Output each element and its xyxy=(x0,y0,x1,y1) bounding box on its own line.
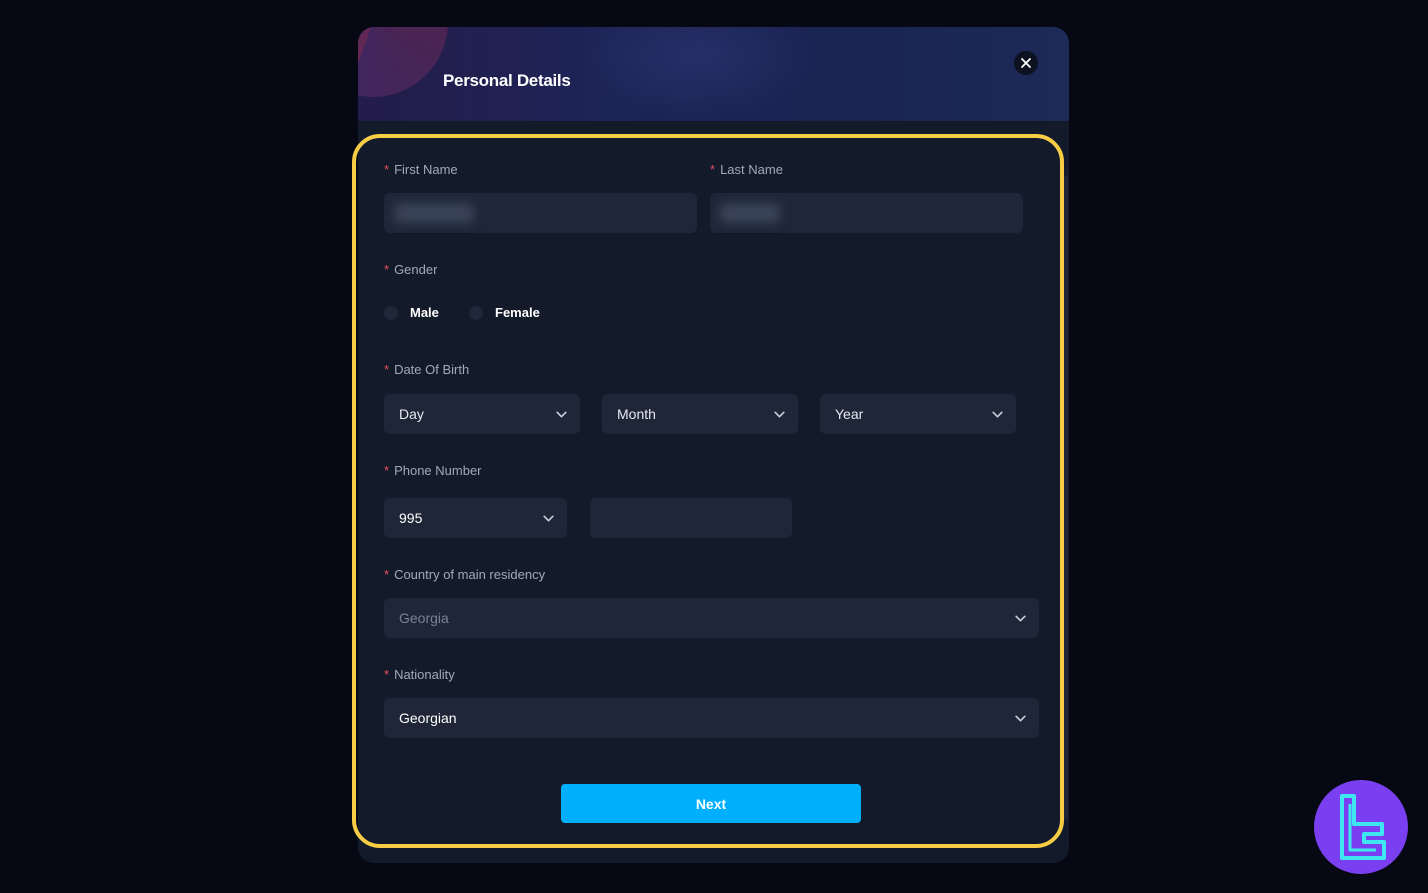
redacted-value xyxy=(720,203,780,223)
phone-code-select[interactable]: 995 xyxy=(384,498,567,538)
redacted-value xyxy=(394,203,474,223)
scrollbar[interactable] xyxy=(1064,175,1068,820)
country-label-text: Country of main residency xyxy=(394,567,546,582)
required-mark: * xyxy=(384,262,390,277)
dob-year-select[interactable]: Year xyxy=(820,394,1016,434)
chevron-down-icon xyxy=(992,411,1003,418)
chevron-down-icon xyxy=(1015,615,1026,622)
female-radio[interactable] xyxy=(469,305,483,320)
dob-label: * Date Of Birth xyxy=(384,362,469,377)
chevron-down-icon xyxy=(774,411,785,418)
first-name-label-text: First Name xyxy=(394,162,458,177)
nationality-label-text: Nationality xyxy=(394,667,455,682)
gender-label: * Gender xyxy=(384,262,437,277)
required-mark: * xyxy=(384,667,390,682)
phone-number-input[interactable] xyxy=(590,498,792,538)
gender-male-option[interactable]: Male xyxy=(384,305,439,320)
phone-label-text: Phone Number xyxy=(394,463,482,478)
modal-title: Personal Details xyxy=(443,71,571,90)
dob-day-value: Day xyxy=(399,406,424,422)
next-button[interactable]: Next xyxy=(561,784,861,823)
male-label: Male xyxy=(410,305,439,320)
required-mark: * xyxy=(384,162,390,177)
nationality-value: Georgian xyxy=(399,710,457,726)
dob-label-text: Date Of Birth xyxy=(394,362,470,377)
brand-logo-icon xyxy=(1340,794,1386,860)
header-decoration xyxy=(358,27,448,97)
nationality-select[interactable]: Georgian xyxy=(384,698,1039,738)
chevron-down-icon xyxy=(1015,715,1026,722)
male-radio[interactable] xyxy=(384,305,398,320)
last-name-label-text: Last Name xyxy=(720,162,783,177)
required-mark: * xyxy=(384,567,390,582)
first-name-input[interactable] xyxy=(384,193,697,233)
last-name-label: * Last Name xyxy=(710,162,783,177)
close-icon xyxy=(1021,58,1031,68)
required-mark: * xyxy=(384,362,390,377)
gender-label-text: Gender xyxy=(394,262,438,277)
first-name-label: * First Name xyxy=(384,162,458,177)
modal-header: Personal Details xyxy=(358,27,1069,121)
country-value: Georgia xyxy=(399,610,449,626)
dob-day-select[interactable]: Day xyxy=(384,394,580,434)
required-mark: * xyxy=(384,463,390,478)
brand-logo xyxy=(1314,780,1408,874)
nationality-label: * Nationality xyxy=(384,667,455,682)
close-button[interactable] xyxy=(1014,51,1038,75)
dob-year-value: Year xyxy=(835,406,864,422)
country-label: * Country of main residency xyxy=(384,567,545,582)
last-name-input[interactable] xyxy=(710,193,1023,233)
chevron-down-icon xyxy=(556,411,567,418)
phone-label: * Phone Number xyxy=(384,463,482,478)
dob-month-select[interactable]: Month xyxy=(602,394,798,434)
country-select[interactable]: Georgia xyxy=(384,598,1039,638)
chevron-down-icon xyxy=(543,515,554,522)
dob-month-value: Month xyxy=(617,406,656,422)
required-mark: * xyxy=(710,162,716,177)
gender-female-option[interactable]: Female xyxy=(469,305,540,320)
header-glow xyxy=(578,27,818,121)
female-label: Female xyxy=(495,305,540,320)
phone-code-value: 995 xyxy=(399,510,423,526)
